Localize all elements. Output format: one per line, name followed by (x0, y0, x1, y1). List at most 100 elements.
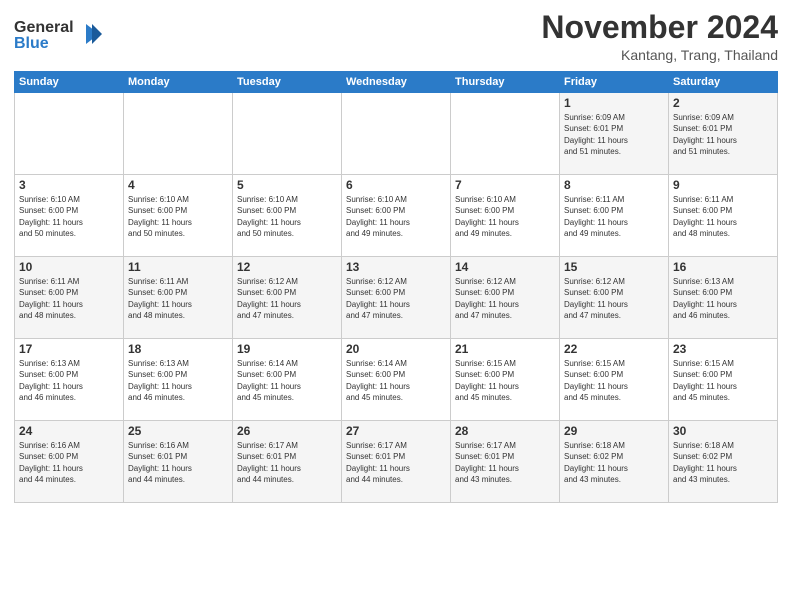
day-info: Sunrise: 6:13 AM Sunset: 6:00 PM Dayligh… (673, 276, 773, 321)
day-number: 3 (19, 178, 119, 192)
weekday-header-sunday: Sunday (15, 72, 124, 93)
calendar-cell: 8 Sunrise: 6:11 AM Sunset: 6:00 PM Daylig… (560, 175, 669, 257)
day-info: Sunrise: 6:11 AM Sunset: 6:00 PM Dayligh… (564, 194, 664, 239)
month-title: November 2024 (541, 10, 778, 45)
calendar-cell: 14 Sunrise: 6:12 AM Sunset: 6:00 PM Dayli… (451, 257, 560, 339)
calendar-cell (233, 93, 342, 175)
calendar-cell: 2Sunrise: 6:09 AM Sunset: 6:01 PM Daylig… (669, 93, 778, 175)
day-number: 7 (455, 178, 555, 192)
week-row-1: 1 Sunrise: 6:09 AM Sunset: 6:01 PM Daylig… (15, 93, 778, 175)
logo: General Blue (14, 14, 104, 61)
day-number: 17 (19, 342, 119, 356)
calendar-cell: 1 Sunrise: 6:09 AM Sunset: 6:01 PM Daylig… (560, 93, 669, 175)
calendar-cell (342, 93, 451, 175)
calendar-cell: 19 Sunrise: 6:14 AM Sunset: 6:00 PM Dayli… (233, 339, 342, 421)
day-number: 14 (455, 260, 555, 274)
day-info: Sunrise: 6:14 AM Sunset: 6:00 PM Dayligh… (237, 358, 337, 403)
day-info: Sunrise: 6:13 AM Sunset: 6:00 PM Dayligh… (128, 358, 228, 403)
calendar-cell: 5 Sunrise: 6:10 AM Sunset: 6:00 PM Daylig… (233, 175, 342, 257)
calendar-cell: 29 Sunrise: 6:18 AM Sunset: 6:02 PM Dayli… (560, 421, 669, 503)
weekday-header-tuesday: Tuesday (233, 72, 342, 93)
day-info: Sunrise: 6:14 AM Sunset: 6:00 PM Dayligh… (346, 358, 446, 403)
day-number: 18 (128, 342, 228, 356)
day-number: 25 (128, 424, 228, 438)
weekday-header-monday: Monday (124, 72, 233, 93)
calendar-cell: 24Sunrise: 6:16 AM Sunset: 6:00 PM Dayli… (15, 421, 124, 503)
day-number: 13 (346, 260, 446, 274)
calendar-cell: 30Sunrise: 6:18 AM Sunset: 6:02 PM Dayli… (669, 421, 778, 503)
day-info: Sunrise: 6:15 AM Sunset: 6:00 PM Dayligh… (673, 358, 773, 403)
svg-text:General: General (14, 19, 74, 36)
day-info: Sunrise: 6:11 AM Sunset: 6:00 PM Dayligh… (673, 194, 773, 239)
day-number: 19 (237, 342, 337, 356)
day-number: 8 (564, 178, 664, 192)
day-number: 2 (673, 96, 773, 110)
day-info: Sunrise: 6:10 AM Sunset: 6:00 PM Dayligh… (128, 194, 228, 239)
day-number: 28 (455, 424, 555, 438)
day-number: 22 (564, 342, 664, 356)
day-info: Sunrise: 6:11 AM Sunset: 6:00 PM Dayligh… (128, 276, 228, 321)
day-info: Sunrise: 6:18 AM Sunset: 6:02 PM Dayligh… (673, 440, 773, 485)
day-info: Sunrise: 6:10 AM Sunset: 6:00 PM Dayligh… (237, 194, 337, 239)
week-row-3: 10Sunrise: 6:11 AM Sunset: 6:00 PM Dayli… (15, 257, 778, 339)
calendar-cell: 4 Sunrise: 6:10 AM Sunset: 6:00 PM Daylig… (124, 175, 233, 257)
weekday-header-wednesday: Wednesday (342, 72, 451, 93)
day-number: 6 (346, 178, 446, 192)
day-info: Sunrise: 6:12 AM Sunset: 6:00 PM Dayligh… (455, 276, 555, 321)
calendar-cell: 11 Sunrise: 6:11 AM Sunset: 6:00 PM Dayli… (124, 257, 233, 339)
calendar-cell: 26Sunrise: 6:17 AM Sunset: 6:01 PM Dayli… (233, 421, 342, 503)
day-number: 11 (128, 260, 228, 274)
calendar-cell: 10Sunrise: 6:11 AM Sunset: 6:00 PM Dayli… (15, 257, 124, 339)
week-row-4: 17 Sunrise: 6:13 AM Sunset: 6:00 PM Dayli… (15, 339, 778, 421)
calendar-cell: 20 Sunrise: 6:14 AM Sunset: 6:00 PM Dayli… (342, 339, 451, 421)
day-number: 23 (673, 342, 773, 356)
calendar-cell (124, 93, 233, 175)
calendar-cell: 22 Sunrise: 6:15 AM Sunset: 6:00 PM Dayli… (560, 339, 669, 421)
day-info: Sunrise: 6:15 AM Sunset: 6:00 PM Dayligh… (564, 358, 664, 403)
day-number: 12 (237, 260, 337, 274)
day-info: Sunrise: 6:09 AM Sunset: 6:01 PM Dayligh… (564, 112, 664, 157)
calendar-cell (15, 93, 124, 175)
day-info: Sunrise: 6:17 AM Sunset: 6:01 PM Dayligh… (346, 440, 446, 485)
weekday-header-saturday: Saturday (669, 72, 778, 93)
week-row-5: 24Sunrise: 6:16 AM Sunset: 6:00 PM Dayli… (15, 421, 778, 503)
calendar-cell: 15 Sunrise: 6:12 AM Sunset: 6:00 PM Dayli… (560, 257, 669, 339)
day-number: 1 (564, 96, 664, 110)
week-row-2: 3 Sunrise: 6:10 AM Sunset: 6:00 PM Daylig… (15, 175, 778, 257)
calendar-cell (451, 93, 560, 175)
calendar-body: 1 Sunrise: 6:09 AM Sunset: 6:01 PM Daylig… (15, 93, 778, 503)
calendar-cell: 12Sunrise: 6:12 AM Sunset: 6:00 PM Dayli… (233, 257, 342, 339)
day-number: 29 (564, 424, 664, 438)
day-number: 20 (346, 342, 446, 356)
day-info: Sunrise: 6:16 AM Sunset: 6:01 PM Dayligh… (128, 440, 228, 485)
calendar-cell: 13Sunrise: 6:12 AM Sunset: 6:00 PM Dayli… (342, 257, 451, 339)
weekday-row: SundayMondayTuesdayWednesdayThursdayFrid… (15, 72, 778, 93)
day-info: Sunrise: 6:15 AM Sunset: 6:00 PM Dayligh… (455, 358, 555, 403)
day-info: Sunrise: 6:12 AM Sunset: 6:00 PM Dayligh… (564, 276, 664, 321)
day-info: Sunrise: 6:17 AM Sunset: 6:01 PM Dayligh… (237, 440, 337, 485)
calendar-cell: 28 Sunrise: 6:17 AM Sunset: 6:01 PM Dayli… (451, 421, 560, 503)
calendar-cell: 27 Sunrise: 6:17 AM Sunset: 6:01 PM Dayli… (342, 421, 451, 503)
calendar-cell: 23 Sunrise: 6:15 AM Sunset: 6:00 PM Dayli… (669, 339, 778, 421)
day-number: 5 (237, 178, 337, 192)
day-number: 15 (564, 260, 664, 274)
calendar-cell: 21Sunrise: 6:15 AM Sunset: 6:00 PM Dayli… (451, 339, 560, 421)
day-info: Sunrise: 6:16 AM Sunset: 6:00 PM Dayligh… (19, 440, 119, 485)
weekday-header-thursday: Thursday (451, 72, 560, 93)
day-info: Sunrise: 6:18 AM Sunset: 6:02 PM Dayligh… (564, 440, 664, 485)
day-info: Sunrise: 6:10 AM Sunset: 6:00 PM Dayligh… (346, 194, 446, 239)
day-info: Sunrise: 6:13 AM Sunset: 6:00 PM Dayligh… (19, 358, 119, 403)
day-number: 4 (128, 178, 228, 192)
svg-text:Blue: Blue (14, 35, 49, 52)
day-info: Sunrise: 6:11 AM Sunset: 6:00 PM Dayligh… (19, 276, 119, 321)
day-info: Sunrise: 6:10 AM Sunset: 6:00 PM Dayligh… (455, 194, 555, 239)
calendar-cell: 7 Sunrise: 6:10 AM Sunset: 6:00 PM Daylig… (451, 175, 560, 257)
location: Kantang, Trang, Thailand (541, 47, 778, 63)
day-number: 27 (346, 424, 446, 438)
day-info: Sunrise: 6:17 AM Sunset: 6:01 PM Dayligh… (455, 440, 555, 485)
calendar-header: SundayMondayTuesdayWednesdayThursdayFrid… (15, 72, 778, 93)
weekday-header-friday: Friday (560, 72, 669, 93)
calendar-cell: 9Sunrise: 6:11 AM Sunset: 6:00 PM Daylig… (669, 175, 778, 257)
page: General Blue November 2024 Kantang, Tran… (0, 0, 792, 612)
calendar-cell: 6 Sunrise: 6:10 AM Sunset: 6:00 PM Daylig… (342, 175, 451, 257)
